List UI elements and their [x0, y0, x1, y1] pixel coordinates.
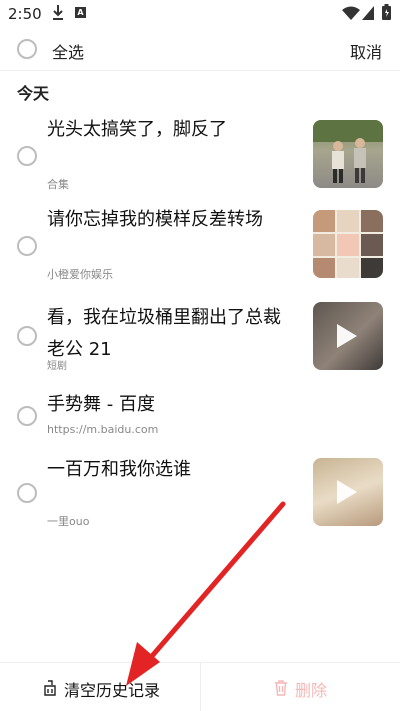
item-subtitle: https://m.baidu.com — [47, 423, 159, 436]
broom-icon — [44, 680, 56, 696]
item-subtitle: 短剧 — [47, 361, 67, 372]
thumbnail-collage — [313, 210, 383, 278]
trash-icon — [275, 680, 287, 696]
a-badge-icon: A — [75, 7, 86, 18]
divider — [200, 663, 201, 711]
item-title: 请你忘掉我的模样反差转场 — [47, 209, 263, 230]
item-radio[interactable] — [17, 483, 37, 503]
item-subtitle: 小橙爱你娱乐 — [47, 268, 113, 281]
selection-toolbar: 全选 取消 — [0, 30, 400, 70]
item-radio[interactable] — [17, 146, 37, 166]
item-title: 看，我在垃圾桶里翻出了总裁 — [47, 307, 281, 328]
clear-history-label: 清空历史记录 — [64, 681, 161, 700]
status-bar: 2:50 A — [0, 0, 400, 30]
item-subtitle: 合集 — [47, 178, 69, 191]
video-thumbnail[interactable] — [313, 458, 383, 526]
item-subtitle: 一里ouo — [47, 515, 90, 528]
video-thumbnail[interactable] — [313, 210, 383, 278]
item-title: 手势舞 - 百度 — [47, 394, 155, 415]
delete-label: 删除 — [295, 681, 328, 700]
bottom-action-bar: 清空历史记录 删除 — [0, 662, 400, 711]
item-radio[interactable] — [17, 326, 37, 346]
select-all-radio[interactable] — [17, 39, 37, 59]
wifi-icon — [342, 6, 360, 20]
list-item[interactable]: 请你忘掉我的模样反差转场 小橙爱你娱乐 — [0, 202, 400, 288]
thumbnail-figures — [313, 120, 383, 183]
divider — [0, 70, 400, 71]
download-icon — [53, 5, 63, 20]
item-title: 光头太搞笑了，脚反了 — [47, 119, 227, 140]
cancel-button[interactable]: 取消 — [350, 39, 382, 63]
signal-icon — [362, 6, 374, 20]
video-thumbnail[interactable] — [313, 120, 383, 188]
list-item[interactable]: 光头太搞笑了，脚反了 合集 — [0, 110, 400, 196]
item-radio[interactable] — [17, 406, 37, 426]
play-icon — [337, 480, 357, 504]
video-thumbnail[interactable] — [313, 302, 383, 370]
status-time: 2:50 — [8, 5, 42, 23]
item-title: 一百万和我你选谁 — [47, 459, 191, 480]
select-all-label[interactable]: 全选 — [52, 39, 84, 63]
list-item[interactable]: 一百万和我你选谁 一里ouo — [0, 455, 400, 535]
play-icon — [337, 324, 357, 348]
section-title-today: 今天 — [17, 84, 50, 103]
item-radio[interactable] — [17, 236, 37, 256]
battery-icon — [382, 4, 391, 20]
list-item[interactable]: 手势舞 - 百度 https://m.baidu.com — [0, 390, 400, 440]
list-item[interactable]: 看，我在垃圾桶里翻出了总裁 老公 21 短剧 — [0, 300, 400, 380]
